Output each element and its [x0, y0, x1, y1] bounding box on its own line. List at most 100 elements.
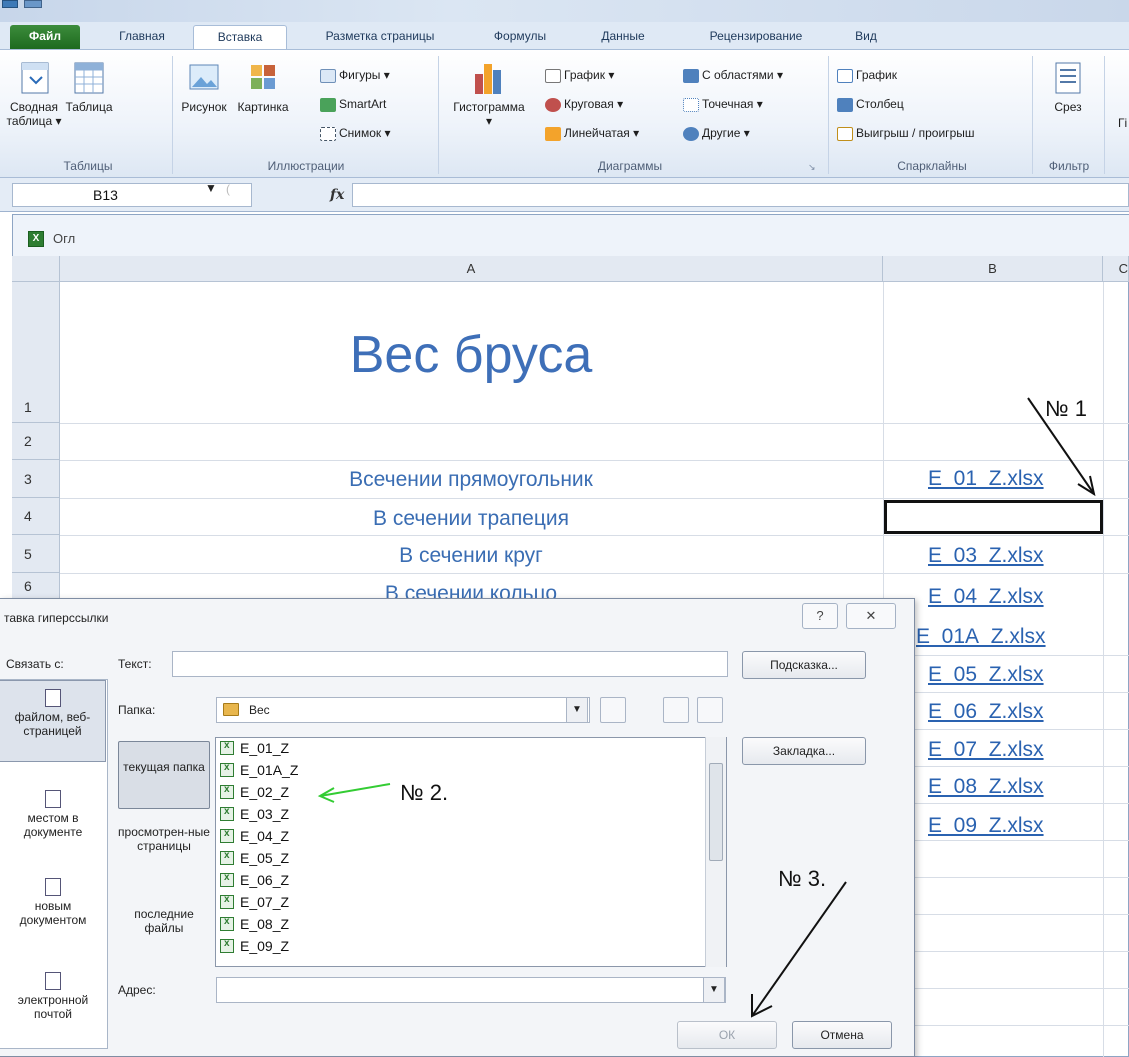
sparkline-column-icon	[837, 97, 853, 112]
row-header-2[interactable]: 2	[12, 423, 60, 460]
file-item-e02[interactable]: E_02_Z	[220, 784, 289, 802]
other-chart-button[interactable]: Другие ▾	[683, 124, 750, 142]
excel-app-icon[interactable]	[2, 0, 18, 8]
cell-a6[interactable]: В сечении кольцо	[60, 582, 882, 598]
tab-data[interactable]: Данные	[578, 25, 668, 49]
folder-select[interactable]: Вес	[216, 697, 590, 723]
column-header-a[interactable]: A	[60, 256, 883, 282]
line-chart-button[interactable]: График ▾	[545, 66, 614, 84]
close-icon[interactable]: ✕	[846, 603, 896, 629]
up-folder-icon[interactable]	[600, 697, 626, 723]
tab-file[interactable]: Файл	[10, 25, 80, 49]
hyperlink-e01a[interactable]: E_01A_Z.xlsx	[916, 625, 1046, 649]
sparkline-column-button[interactable]: Столбец	[837, 95, 904, 113]
hyperlink-e03[interactable]: E_03_Z.xlsx	[928, 544, 1044, 568]
link-option-place[interactable]: местом в документе	[0, 790, 106, 850]
ribbon: Сводная таблица ▾ Таблица Таблицы Рисуно…	[0, 50, 1129, 178]
shapes-icon	[320, 68, 336, 83]
hyperlink-e04[interactable]: E_04_Z.xlsx	[928, 585, 1044, 609]
browse-web-icon[interactable]	[663, 697, 689, 723]
excel-file-icon: X	[28, 231, 44, 247]
link-option-label: файлом, веб-страницей	[14, 710, 91, 738]
file-item-e01a[interactable]: E_01A_Z	[220, 762, 298, 780]
table-button[interactable]: Таблица	[62, 60, 116, 114]
link-option-file-web[interactable]: файлом, веб-страницей	[0, 680, 106, 762]
table-icon	[71, 60, 107, 96]
smartart-button[interactable]: SmartArt	[320, 95, 386, 113]
tab-view[interactable]: Вид	[843, 25, 889, 49]
dialog-launcher-icon[interactable]: ↘	[808, 162, 816, 173]
picture-button[interactable]: Рисунок	[176, 60, 232, 114]
area-chart-button[interactable]: С областями ▾	[683, 66, 783, 84]
selected-cell-b4[interactable]	[884, 500, 1103, 534]
sheet-title[interactable]: Вес бруса	[60, 325, 882, 385]
screenshot-button[interactable]: Снимок ▾	[320, 124, 391, 142]
shapes-button[interactable]: Фигуры ▾	[320, 66, 390, 84]
pie-chart-button[interactable]: Круговая ▾	[545, 95, 623, 113]
hyperlink-e06[interactable]: E_06_Z.xlsx	[928, 700, 1044, 724]
chevron-down-icon[interactable]: ▼	[703, 977, 725, 1003]
sparkline-winloss-button[interactable]: Выигрыш / проигрыш	[837, 124, 975, 142]
tab-insert[interactable]: Вставка	[193, 25, 287, 49]
text-to-display-input[interactable]	[172, 651, 728, 677]
bookmark-button[interactable]: Закладка...	[742, 737, 866, 765]
sparkline-line-button[interactable]: График	[837, 66, 897, 84]
file-item-e09[interactable]: E_09_Z	[220, 938, 289, 956]
hyperlink-e05[interactable]: E_05_Z.xlsx	[928, 663, 1044, 687]
hyperlink-e08[interactable]: E_08_Z.xlsx	[928, 775, 1044, 799]
pivot-table-button[interactable]: Сводная таблица ▾	[6, 60, 62, 128]
cell-a4[interactable]: В сечении трапеция	[60, 507, 882, 531]
column-header-b[interactable]: B	[883, 256, 1103, 282]
tab-formulas[interactable]: Формулы	[474, 25, 566, 49]
link-option-email[interactable]: электронной почтой	[0, 972, 106, 1032]
place-recent-files[interactable]: последние файлы	[118, 903, 210, 949]
column-header-c[interactable]: C	[1103, 256, 1129, 282]
slicer-button[interactable]: Срез	[1038, 60, 1098, 114]
insert-function-icon[interactable]: fx	[330, 187, 344, 203]
hyperlink-e09[interactable]: E_09_Z.xlsx	[928, 814, 1044, 838]
row-header-5[interactable]: 5	[12, 535, 60, 573]
address-input[interactable]	[216, 977, 726, 1003]
scatter-chart-button[interactable]: Точечная ▾	[683, 95, 763, 113]
gridline	[915, 803, 1129, 804]
histogram-button[interactable]: Гистограмма ▾	[440, 60, 538, 128]
file-item-e06[interactable]: E_06_Z	[220, 872, 289, 890]
hyperlink-e07[interactable]: E_07_Z.xlsx	[928, 738, 1044, 762]
bar-chart-button[interactable]: Линейчатая ▾	[545, 124, 639, 142]
row-header-4[interactable]: 4	[12, 498, 60, 535]
line-chart-icon	[545, 68, 561, 83]
annotation-arrow-2	[317, 783, 391, 803]
histogram-label: Гистограмма	[453, 100, 525, 114]
row-header-6[interactable]: 6	[12, 573, 60, 599]
excel-file-icon	[220, 850, 234, 865]
save-icon[interactable]	[24, 0, 42, 8]
file-item-e04[interactable]: E_04_Z	[220, 828, 289, 846]
file-item-e07[interactable]: E_07_Z	[220, 894, 289, 912]
chevron-down-icon[interactable]: ▼	[566, 697, 588, 723]
tab-review[interactable]: Рецензирование	[683, 25, 829, 49]
screentip-button[interactable]: Подсказка...	[742, 651, 866, 679]
help-button[interactable]: ?	[802, 603, 838, 629]
place-browsed-pages[interactable]: просмотрен-ные страницы	[118, 821, 210, 879]
row-header-1[interactable]: 1	[12, 282, 60, 423]
clipart-button[interactable]: Картинка	[232, 60, 294, 114]
link-option-new-document[interactable]: новым документом	[0, 878, 106, 938]
tab-page-layout[interactable]: Разметка страницы	[294, 25, 466, 49]
scrollbar-thumb[interactable]	[709, 763, 723, 861]
chevron-down-icon[interactable]: ▼	[205, 181, 217, 195]
gridline	[60, 498, 1129, 499]
file-item-e01[interactable]: E_01_Z	[220, 740, 289, 758]
cell-a3[interactable]: Всечении прямоугольник	[60, 468, 882, 492]
file-item-e05[interactable]: E_05_Z	[220, 850, 289, 868]
row-header-3[interactable]: 3	[12, 460, 60, 498]
select-all-corner[interactable]	[12, 256, 60, 282]
cell-a5[interactable]: В сечении круг	[60, 544, 882, 568]
file-item-e03[interactable]: E_03_Z	[220, 806, 289, 824]
file-list-scrollbar[interactable]	[705, 737, 726, 967]
place-current-folder[interactable]: текущая папка	[118, 741, 210, 809]
file-list[interactable]: E_01_Z E_01A_Z E_02_Z E_03_Z E_04_Z E_05…	[215, 737, 727, 967]
browse-file-icon[interactable]	[697, 697, 723, 723]
file-item-e08[interactable]: E_08_Z	[220, 916, 289, 934]
tab-home[interactable]: Главная	[102, 25, 182, 49]
formula-input[interactable]	[352, 183, 1129, 207]
